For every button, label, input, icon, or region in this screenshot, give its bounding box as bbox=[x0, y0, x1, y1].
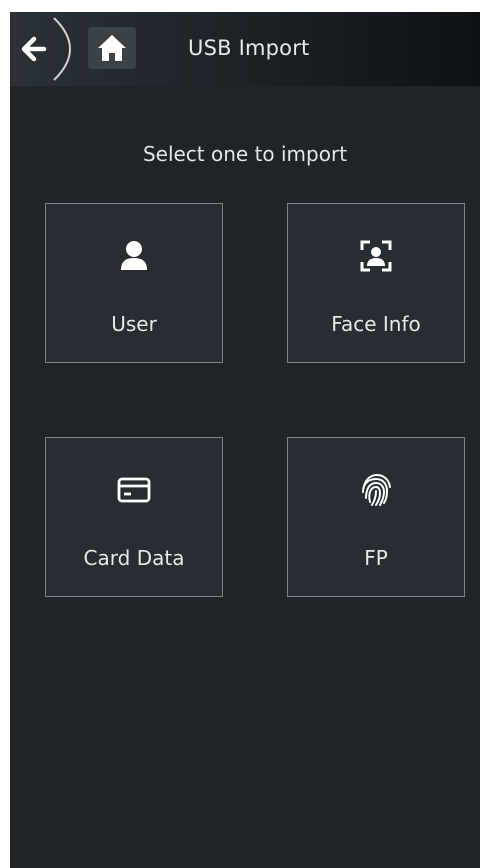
fingerprint-icon bbox=[362, 473, 391, 506]
card-data-import-button[interactable]: Card Data bbox=[45, 437, 223, 597]
home-icon bbox=[98, 35, 126, 61]
face-icon bbox=[360, 240, 392, 272]
card-icon bbox=[117, 477, 151, 503]
tile-label-fp: FP bbox=[364, 546, 388, 570]
user-icon bbox=[121, 241, 147, 270]
device-screen: USB Import Select one to import User Fac… bbox=[10, 12, 480, 868]
top-bar: USB Import bbox=[10, 12, 480, 86]
user-import-button[interactable]: User bbox=[45, 203, 223, 363]
instruction-text: Select one to import bbox=[142, 142, 348, 166]
back-button[interactable] bbox=[10, 12, 80, 86]
tile-label-face-info: Face Info bbox=[331, 312, 421, 336]
fp-import-button[interactable]: FP bbox=[287, 437, 465, 597]
tile-label-user: User bbox=[111, 312, 157, 336]
back-arrow-icon bbox=[21, 17, 71, 81]
home-button[interactable] bbox=[88, 27, 136, 69]
page-title: USB Import bbox=[188, 36, 310, 60]
tile-label-card-data: Card Data bbox=[83, 546, 185, 570]
face-info-import-button[interactable]: Face Info bbox=[287, 203, 465, 363]
